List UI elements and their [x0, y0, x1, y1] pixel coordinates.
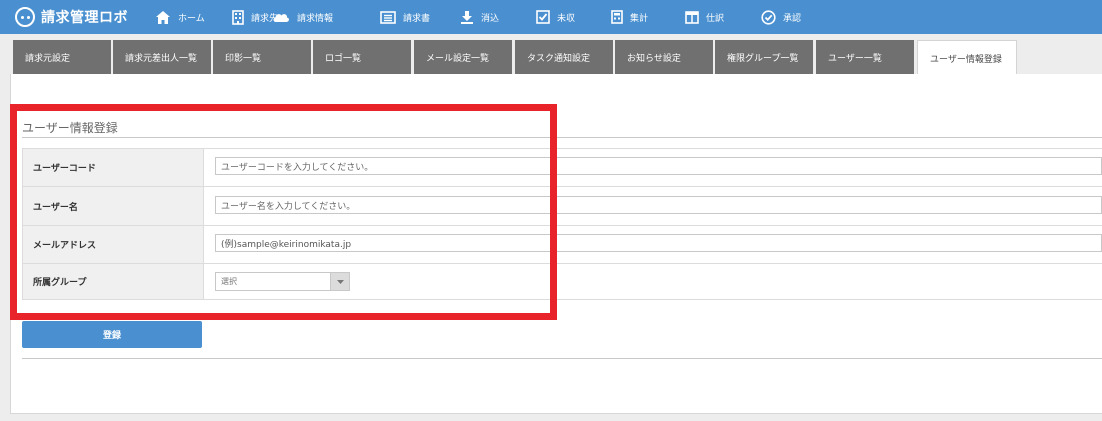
nav-label: 集計 — [630, 13, 649, 24]
register-button[interactable]: 登録 — [22, 321, 202, 348]
divider — [22, 358, 1102, 359]
checkbox-icon — [536, 10, 550, 24]
building-icon — [232, 9, 244, 25]
app-title: 請求管理ロボ — [41, 10, 128, 26]
check-circle-icon — [761, 9, 776, 25]
nav-home[interactable]: ホーム — [155, 0, 205, 34]
tab-mail-settings-list[interactable]: メール設定一覧 — [414, 40, 512, 74]
tab-sender-list[interactable]: 請求元差出人一覧 — [113, 40, 211, 74]
nav-label: ホーム — [178, 13, 205, 24]
highlight-box — [10, 104, 557, 320]
nav-summary[interactable]: 集計 — [611, 0, 648, 34]
calculator-icon — [611, 10, 623, 24]
nav-label: 請求情報 — [297, 13, 334, 24]
tab-user-list[interactable]: ユーザー一覧 — [816, 40, 914, 74]
tab-billing-source-settings[interactable]: 請求元設定 — [13, 40, 111, 74]
tab-permission-group-list[interactable]: 権限グループ一覧 — [715, 40, 813, 74]
nav-journal[interactable]: 仕訳 — [685, 0, 724, 34]
nav-reconcile[interactable]: 消込 — [460, 0, 499, 34]
download-icon — [461, 10, 473, 24]
robot-logo-icon — [15, 7, 35, 27]
nav-label: 承認 — [783, 13, 802, 24]
nav-label: 消込 — [481, 13, 500, 24]
nav-billing-info[interactable]: 請求情報 — [272, 0, 333, 34]
nav-label: 未収 — [557, 13, 576, 24]
tab-seal-list[interactable]: 印影一覧 — [213, 40, 311, 74]
journal-icon — [685, 10, 699, 24]
cloud-icon — [273, 14, 289, 22]
tab-task-notification-settings[interactable]: タスク通知設定 — [515, 40, 613, 74]
nav-label: 請求書 — [403, 13, 431, 24]
home-icon — [156, 10, 170, 24]
tab-user-registration[interactable]: ユーザー情報登録 — [917, 40, 1017, 75]
invoice-icon — [380, 10, 396, 24]
tab-notice-settings[interactable]: お知らせ設定 — [615, 40, 713, 74]
nav-invoice[interactable]: 請求書 — [380, 0, 430, 34]
top-navigation-bar: 請求管理ロボ ホーム 請求先 請求情報 請求書 消込 未収 集計 仕訳 承認 — [0, 0, 1102, 34]
nav-label: 仕訳 — [706, 13, 725, 24]
app-logo[interactable]: 請求管理ロボ — [15, 6, 128, 28]
tab-logo-list[interactable]: ロゴ一覧 — [313, 40, 411, 74]
settings-tab-bar: 請求元設定 請求元差出人一覧 印影一覧 ロゴ一覧 メール設定一覧 タスク通知設定… — [0, 34, 1102, 75]
nav-uncollected[interactable]: 未収 — [536, 0, 575, 34]
nav-approval[interactable]: 承認 — [761, 0, 801, 34]
